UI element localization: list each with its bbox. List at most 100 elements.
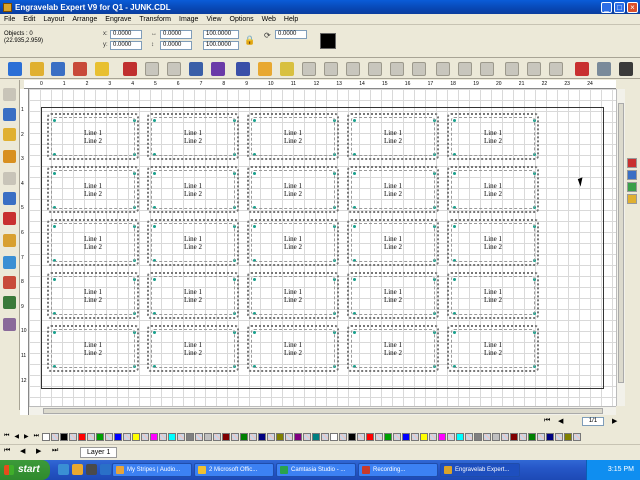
node-tool-icon[interactable]: [3, 108, 16, 121]
tag-label[interactable]: Line 1 Line 2: [347, 166, 439, 213]
start-button[interactable]: start: [0, 460, 50, 480]
rotation-field[interactable]: 0.0000: [275, 30, 307, 39]
palette-swatch[interactable]: [357, 432, 366, 441]
distribute-icon[interactable]: [480, 62, 494, 76]
save-icon[interactable]: [51, 62, 65, 76]
menu-view[interactable]: View: [202, 16, 225, 23]
palette-swatch[interactable]: [195, 432, 204, 441]
palette-swatch[interactable]: [141, 432, 150, 441]
palette-swatch[interactable]: [114, 432, 123, 441]
envelope-icon[interactable]: [368, 62, 382, 76]
palette-swatch[interactable]: [519, 432, 528, 441]
palette-swatch[interactable]: [366, 432, 375, 441]
palette-swatch[interactable]: [402, 432, 411, 441]
vectorize-tool-icon[interactable]: [3, 296, 16, 309]
palette-swatch[interactable]: [447, 432, 456, 441]
fill-tool-icon[interactable]: [3, 276, 16, 289]
menu-file[interactable]: File: [0, 16, 19, 23]
layer-color-icon[interactable]: [627, 158, 637, 168]
text-tool-icon[interactable]: [3, 128, 16, 141]
import-icon[interactable]: [73, 62, 87, 76]
last-layer-icon[interactable]: ⏭: [52, 447, 58, 455]
task-item-my-stripes[interactable]: My Stripes | Audio...: [112, 463, 192, 477]
palette-swatch[interactable]: [123, 432, 132, 441]
palette-nav-icon[interactable]: ⏮: [4, 433, 9, 440]
palette-swatch[interactable]: [213, 432, 222, 441]
palette-swatch[interactable]: [555, 432, 564, 441]
tag-label[interactable]: Line 1 Line 2: [47, 113, 139, 160]
layer-lock-icon[interactable]: [627, 182, 637, 192]
align-icon[interactable]: [458, 62, 472, 76]
height-field[interactable]: 0.0000: [160, 41, 192, 50]
bezier-tool-icon[interactable]: [3, 256, 16, 269]
menu-options[interactable]: Options: [226, 16, 258, 23]
palette-swatch[interactable]: [267, 432, 276, 441]
palette-swatch[interactable]: [528, 432, 537, 441]
drawing-canvas[interactable]: Line 1 Line 2 Line 1 Line 2 Line 1 Line 2 Line…: [29, 89, 616, 406]
palette-nav-icon[interactable]: ◀: [14, 433, 19, 440]
tag-label[interactable]: Line 1 Line 2: [247, 166, 339, 213]
maximize-button[interactable]: □: [614, 1, 625, 13]
scale-y-field[interactable]: 100.0000: [203, 41, 239, 50]
width-field[interactable]: 0.0000: [160, 30, 192, 39]
palette-swatch[interactable]: [51, 432, 60, 441]
ellipse-tool-icon[interactable]: [3, 212, 16, 225]
image-icon[interactable]: [280, 62, 294, 76]
cursor-tool-icon[interactable]: [619, 62, 633, 76]
palette-swatch[interactable]: [411, 432, 420, 441]
vertical-scroll-thumb[interactable]: [618, 103, 624, 383]
palette-swatch[interactable]: [159, 432, 168, 441]
tag-label[interactable]: Line 1 Line 2: [447, 166, 539, 213]
palette-swatch[interactable]: [510, 432, 519, 441]
palette-swatch[interactable]: [456, 432, 465, 441]
layer-print-icon[interactable]: [627, 194, 637, 204]
palette-swatch[interactable]: [222, 432, 231, 441]
tag-label[interactable]: Line 1 Line 2: [147, 272, 239, 319]
tag-label[interactable]: Line 1 Line 2: [147, 325, 239, 372]
palette-nav-icon[interactable]: ⏭: [34, 433, 39, 440]
first-page-icon[interactable]: ⏮: [544, 417, 550, 425]
palette-swatch[interactable]: [420, 432, 429, 441]
palette-swatch[interactable]: [564, 432, 573, 441]
palette-swatch[interactable]: [285, 432, 294, 441]
task-item-recording[interactable]: Recording...: [358, 463, 438, 477]
tag-label[interactable]: Line 1 Line 2: [447, 113, 539, 160]
x-field[interactable]: 0.0000: [110, 30, 142, 39]
palette-swatch[interactable]: [429, 432, 438, 441]
layer-view-icon[interactable]: [627, 170, 637, 180]
paste-icon[interactable]: [211, 62, 225, 76]
grid-icon[interactable]: [236, 62, 250, 76]
color-swatch[interactable]: [320, 33, 336, 49]
menu-edit[interactable]: Edit: [19, 16, 39, 23]
zoom-select-icon[interactable]: [549, 62, 563, 76]
measure-tool-icon[interactable]: [3, 318, 16, 331]
menu-transform[interactable]: Transform: [135, 16, 175, 23]
text-tool-icon[interactable]: [258, 62, 272, 76]
palette-swatch[interactable]: [276, 432, 285, 441]
tag-label[interactable]: Line 1 Line 2: [447, 272, 539, 319]
intersect-icon[interactable]: [346, 62, 360, 76]
palette-swatch[interactable]: [375, 432, 384, 441]
weld-icon[interactable]: [302, 62, 316, 76]
palette-swatch[interactable]: [330, 432, 339, 441]
pick-tool-icon[interactable]: [3, 88, 16, 101]
tag-label[interactable]: Line 1 Line 2: [47, 166, 139, 213]
palette-swatch[interactable]: [546, 432, 555, 441]
palette-swatch[interactable]: [249, 432, 258, 441]
palette-swatch[interactable]: [348, 432, 357, 441]
engraver-settings-icon[interactable]: [597, 62, 611, 76]
palette-swatch[interactable]: [537, 432, 546, 441]
next-layer-icon[interactable]: ▶: [36, 447, 41, 455]
artistic-text-icon[interactable]: [3, 150, 16, 163]
menu-layout[interactable]: Layout: [39, 16, 68, 23]
palette-swatch[interactable]: [60, 432, 69, 441]
palette-swatch[interactable]: [573, 432, 582, 441]
export-icon[interactable]: [95, 62, 109, 76]
tag-label[interactable]: Line 1 Line 2: [247, 272, 339, 319]
outline-icon[interactable]: [436, 62, 450, 76]
layer-tab[interactable]: Layer 1: [80, 447, 118, 458]
tag-label[interactable]: Line 1 Line 2: [347, 272, 439, 319]
minimize-button[interactable]: _: [601, 1, 612, 13]
zoom-page-icon[interactable]: [527, 62, 541, 76]
palette-swatch[interactable]: [258, 432, 267, 441]
